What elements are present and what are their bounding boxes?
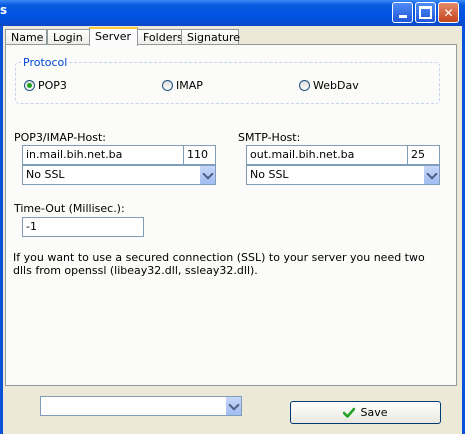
radio-selected-icon [24, 80, 35, 91]
timeout-label: Time-Out (Millisec.): [14, 202, 125, 215]
tab-signature[interactable]: Signature [181, 29, 240, 45]
outgoing-ssl-value: No SSL [250, 168, 289, 181]
radio-imap-label: IMAP [176, 79, 203, 92]
save-label: Save [360, 406, 388, 419]
radio-webdav-label: WebDav [313, 79, 359, 92]
tab-login[interactable]: Login [47, 29, 90, 45]
radio-pop3[interactable]: POP3 [24, 79, 67, 92]
minimize-icon [398, 15, 407, 18]
radio-unselected-icon [299, 80, 310, 91]
incoming-host-label: POP3/IMAP-Host: [14, 131, 107, 144]
radio-imap[interactable]: IMAP [162, 79, 203, 92]
incoming-ssl-select[interactable]: No SSL [22, 165, 216, 185]
ssl-info-text: If you want to use a secured connection … [13, 251, 425, 277]
footer-dropdown[interactable] [40, 396, 242, 416]
save-button[interactable]: Save [290, 401, 441, 424]
timeout-input[interactable]: -1 [22, 217, 144, 237]
chevron-down-icon[interactable] [199, 166, 215, 184]
tab-server[interactable]: Server [89, 27, 138, 46]
window-title: s [0, 3, 8, 17]
tab-name[interactable]: Name [5, 29, 47, 45]
radio-pop3-label: POP3 [38, 79, 67, 92]
maximize-icon [419, 6, 432, 19]
checkmark-icon [343, 407, 356, 418]
outgoing-host-input[interactable]: out.mail.bih.net.ba [246, 145, 408, 165]
radio-unselected-icon [162, 80, 173, 91]
close-button[interactable]: ✕ [438, 2, 459, 23]
incoming-port-input[interactable]: 110 [183, 145, 216, 165]
close-icon: ✕ [443, 5, 454, 20]
tab-folders[interactable]: Folders [137, 29, 183, 45]
chevron-down-icon[interactable] [225, 397, 241, 415]
incoming-ssl-value: No SSL [26, 168, 65, 181]
outgoing-port-input[interactable]: 25 [407, 145, 440, 165]
outgoing-host-label: SMTP-Host: [238, 131, 301, 144]
outgoing-ssl-select[interactable]: No SSL [246, 165, 440, 185]
chevron-down-icon[interactable] [423, 166, 439, 184]
protocol-legend: Protocol [21, 56, 70, 69]
maximize-button[interactable] [415, 2, 436, 23]
incoming-host-input[interactable]: in.mail.bih.net.ba [22, 145, 184, 165]
protocol-groupbox [15, 62, 440, 104]
title-bar[interactable]: s ✕ [0, 0, 465, 26]
radio-webdav[interactable]: WebDav [299, 79, 359, 92]
minimize-button[interactable] [392, 2, 413, 23]
